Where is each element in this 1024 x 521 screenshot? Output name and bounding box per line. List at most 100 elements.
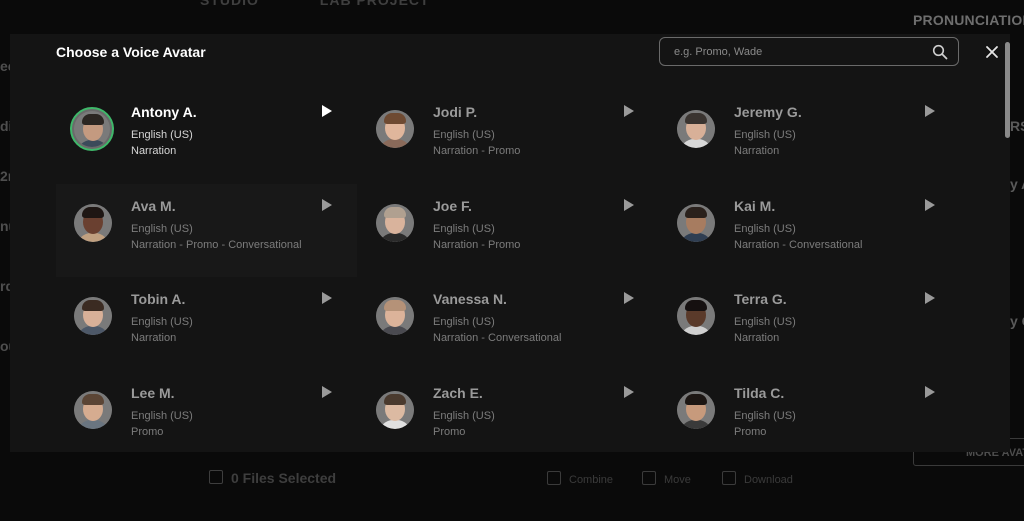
play-icon[interactable] xyxy=(321,291,333,305)
avatar-grid: Antony A. English (US) Narration Jodi P. Eng… xyxy=(56,90,960,452)
avatar-card-lee-m[interactable]: Lee M. English (US) Promo xyxy=(56,371,357,452)
avatar-photo[interactable] xyxy=(74,204,112,242)
files-selected: 0 Files Selected xyxy=(209,470,336,486)
avatar-language: English (US) xyxy=(734,316,796,328)
pronunciation-heading: PRONUNCIATION xyxy=(913,12,1024,28)
avatar-card-vanessa-n[interactable]: Vanessa N. English (US) Narration - Conver… xyxy=(358,277,659,370)
play-icon[interactable] xyxy=(924,385,936,399)
download-icon xyxy=(722,471,736,485)
avatar-photo[interactable] xyxy=(376,297,414,335)
play-icon[interactable] xyxy=(924,291,936,305)
avatar-language: English (US) xyxy=(734,410,796,422)
right-fragment-2: y A xyxy=(1010,176,1024,192)
modal-title: Choose a Voice Avatar xyxy=(56,44,206,60)
avatar-language: English (US) xyxy=(734,129,796,141)
avatar-language: English (US) xyxy=(131,316,193,328)
avatar-name: Kai M. xyxy=(734,198,776,214)
avatar-card-zach-e[interactable]: Zach E. English (US) Promo xyxy=(358,371,659,452)
avatar-tags: Narration xyxy=(734,332,780,344)
avatar-name: Tobin A. xyxy=(131,291,186,307)
avatar-card-ava-m[interactable]: Ava M. English (US) Narration - Promo - Co… xyxy=(56,184,357,277)
download-button[interactable]: Download xyxy=(722,471,793,486)
avatar-name: Jodi P. xyxy=(433,104,478,120)
search-input[interactable] xyxy=(674,38,924,65)
avatar-language: English (US) xyxy=(131,410,193,422)
avatar-photo[interactable] xyxy=(376,391,414,429)
play-icon[interactable] xyxy=(321,104,333,118)
play-icon[interactable] xyxy=(623,104,635,118)
avatar-tags: Promo xyxy=(131,426,164,438)
avatar-language: English (US) xyxy=(433,129,495,141)
combine-icon xyxy=(547,471,561,485)
avatar-tags: Narration - Promo xyxy=(433,145,521,157)
avatar-tags: Narration - Conversational xyxy=(734,239,863,251)
avatar-name: Jeremy G. xyxy=(734,104,802,120)
avatar-photo[interactable] xyxy=(677,297,715,335)
avatar-name: Terra G. xyxy=(734,291,787,307)
move-icon xyxy=(642,471,656,485)
avatar-tags: Promo xyxy=(734,426,767,438)
play-icon[interactable] xyxy=(321,385,333,399)
avatar-name: Tilda C. xyxy=(734,385,785,401)
avatar-photo[interactable] xyxy=(677,391,715,429)
avatar-photo[interactable] xyxy=(74,297,112,335)
avatar-photo[interactable] xyxy=(376,204,414,242)
combine-label: Combine xyxy=(569,474,614,486)
avatar-photo[interactable] xyxy=(376,110,414,148)
avatar-name: Zach E. xyxy=(433,385,483,401)
play-icon[interactable] xyxy=(623,385,635,399)
avatar-photo[interactable] xyxy=(677,110,715,148)
avatar-tags: Narration xyxy=(131,145,177,157)
files-selected-label: 0 Files Selected xyxy=(231,470,337,486)
play-icon[interactable] xyxy=(623,291,635,305)
avatar-name: Joe F. xyxy=(433,198,472,214)
avatar-tags: Narration - Promo xyxy=(433,239,521,251)
avatar-card-antony-a[interactable]: Antony A. English (US) Narration xyxy=(56,90,357,183)
avatar-tags: Promo xyxy=(433,426,466,438)
avatar-card-joe-f[interactable]: Joe F. English (US) Narration - Promo xyxy=(358,184,659,277)
avatar-card-terra-g[interactable]: Terra G. English (US) Narration xyxy=(659,277,960,370)
avatar-name: Lee M. xyxy=(131,385,175,401)
avatar-photo[interactable] xyxy=(70,107,114,151)
avatar-card-tobin-a[interactable]: Tobin A. English (US) Narration xyxy=(56,277,357,370)
avatar-card-jeremy-g[interactable]: Jeremy G. English (US) Narration xyxy=(659,90,960,183)
right-fragment-1: RS xyxy=(1010,118,1024,134)
scrollbar[interactable] xyxy=(1005,42,1010,138)
checkbox-icon[interactable] xyxy=(209,470,223,484)
avatar-card-kai-m[interactable]: Kai M. English (US) Narration - Conversati… xyxy=(659,184,960,277)
bottom-toolbar: 0 Files Selected Combine Move Download xyxy=(0,468,1024,492)
avatar-tags: Narration xyxy=(734,145,780,157)
avatar-photo[interactable] xyxy=(677,204,715,242)
move-button[interactable]: Move xyxy=(642,471,691,486)
avatar-name: Antony A. xyxy=(131,104,197,120)
search-box[interactable] xyxy=(659,37,959,66)
avatar-tags: Narration xyxy=(131,332,177,344)
tab-lab-project[interactable]: LAB PROJECT xyxy=(320,0,430,8)
avatar-name: Vanessa N. xyxy=(433,291,507,307)
avatar-tags: Narration - Conversational xyxy=(433,332,562,344)
play-icon[interactable] xyxy=(924,198,936,212)
search-icon[interactable] xyxy=(932,44,948,60)
voice-avatar-modal: Choose a Voice Avatar Antony A. English (… xyxy=(10,34,1010,452)
avatar-tags: Narration - Promo - Conversational xyxy=(131,239,302,251)
avatar-language: English (US) xyxy=(734,223,796,235)
avatar-language: English (US) xyxy=(433,223,495,235)
play-icon[interactable] xyxy=(623,198,635,212)
play-icon[interactable] xyxy=(321,198,333,212)
move-label: Move xyxy=(664,474,691,486)
download-label: Download xyxy=(744,474,793,486)
right-fragment-3: y G xyxy=(1010,313,1024,329)
avatar-language: English (US) xyxy=(433,316,495,328)
combine-button[interactable]: Combine xyxy=(547,471,613,486)
background-tabs: STUDIO LAB PROJECT xyxy=(200,0,486,8)
avatar-name: Ava M. xyxy=(131,198,176,214)
avatar-language: English (US) xyxy=(131,129,193,141)
tab-studio[interactable]: STUDIO xyxy=(200,0,259,8)
avatar-language: English (US) xyxy=(131,223,193,235)
avatar-language: English (US) xyxy=(433,410,495,422)
avatar-card-jodi-p[interactable]: Jodi P. English (US) Narration - Promo xyxy=(358,90,659,183)
avatar-photo[interactable] xyxy=(74,391,112,429)
play-icon[interactable] xyxy=(924,104,936,118)
close-icon[interactable] xyxy=(985,45,999,59)
avatar-card-tilda-c[interactable]: Tilda C. English (US) Promo xyxy=(659,371,960,452)
